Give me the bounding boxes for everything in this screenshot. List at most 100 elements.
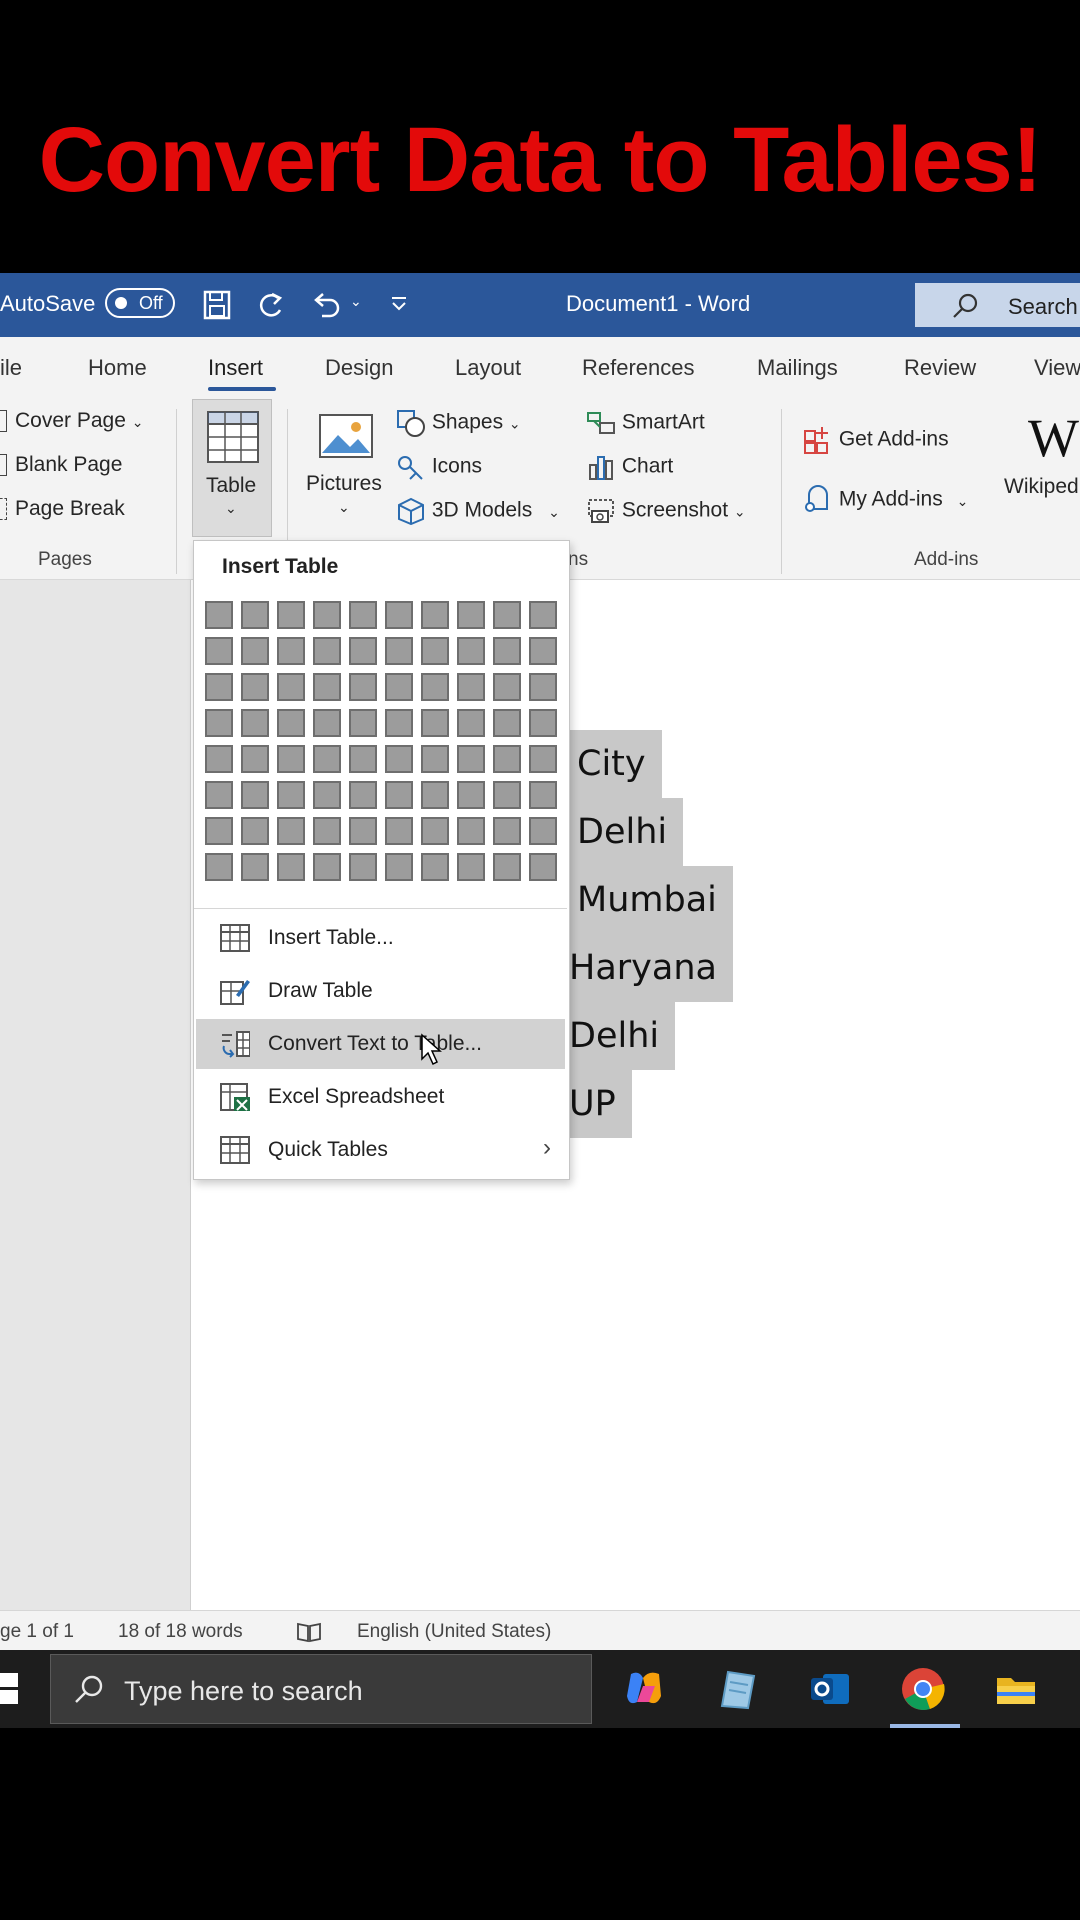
grid-cell[interactable] <box>349 709 377 737</box>
grid-cell[interactable] <box>385 709 413 737</box>
blank-page-button[interactable]: Blank Page <box>0 453 122 477</box>
notepad-icon[interactable] <box>714 1666 760 1712</box>
grid-cell[interactable] <box>241 745 269 773</box>
grid-cell[interactable] <box>493 781 521 809</box>
grid-cell[interactable] <box>349 637 377 665</box>
grid-cell[interactable] <box>205 817 233 845</box>
redo-icon[interactable] <box>256 290 288 320</box>
grid-cell[interactable] <box>457 637 485 665</box>
grid-cell[interactable] <box>313 745 341 773</box>
grid-cell[interactable] <box>421 745 449 773</box>
draw-table-item[interactable]: Draw Table <box>196 966 565 1016</box>
outlook-icon[interactable] <box>807 1666 853 1712</box>
grid-cell[interactable] <box>493 601 521 629</box>
file-explorer-icon[interactable] <box>993 1666 1039 1712</box>
convert-text-to-table-item[interactable]: Convert Text to Table... <box>196 1019 565 1069</box>
chart-button[interactable]: Chart <box>586 453 673 481</box>
word-count[interactable]: 18 of 18 words <box>118 1621 243 1643</box>
page-break-button[interactable]: Page Break <box>0 497 125 521</box>
grid-cell[interactable] <box>457 673 485 701</box>
grid-cell[interactable] <box>457 781 485 809</box>
grid-cell[interactable] <box>277 853 305 881</box>
grid-cell[interactable] <box>277 817 305 845</box>
grid-cell[interactable] <box>313 781 341 809</box>
grid-cell[interactable] <box>241 673 269 701</box>
grid-cell[interactable] <box>529 601 557 629</box>
grid-cell[interactable] <box>493 637 521 665</box>
language-status[interactable]: English (United States) <box>357 1621 551 1643</box>
excel-spreadsheet-item[interactable]: Excel Spreadsheet <box>196 1072 565 1122</box>
grid-cell[interactable] <box>493 709 521 737</box>
grid-cell[interactable] <box>529 637 557 665</box>
tab-mailings[interactable]: Mailings <box>757 355 838 381</box>
grid-cell[interactable] <box>349 817 377 845</box>
grid-cell[interactable] <box>313 673 341 701</box>
grid-cell[interactable] <box>457 817 485 845</box>
save-icon[interactable] <box>203 290 231 320</box>
tab-view[interactable]: View <box>1034 355 1080 381</box>
grid-cell[interactable] <box>385 745 413 773</box>
grid-cell[interactable] <box>241 817 269 845</box>
grid-cell[interactable] <box>205 673 233 701</box>
3d-models-button[interactable]: 3D Models ⌄ <box>396 497 560 526</box>
cover-page-button[interactable]: Cover Page ⌄ <box>0 409 143 433</box>
tab-design[interactable]: Design <box>325 355 393 381</box>
tab-layout[interactable]: Layout <box>455 355 521 381</box>
selected-text-line[interactable]: Haryana <box>561 934 733 1002</box>
tab-references[interactable]: References <box>582 355 695 381</box>
selected-text-line[interactable]: Mumbai <box>569 866 733 934</box>
grid-cell[interactable] <box>205 853 233 881</box>
grid-cell[interactable] <box>349 853 377 881</box>
grid-cell[interactable] <box>277 709 305 737</box>
grid-cell[interactable] <box>241 601 269 629</box>
grid-cell[interactable] <box>529 781 557 809</box>
get-add-ins-button[interactable]: Get Add-ins <box>803 425 949 455</box>
grid-cell[interactable] <box>493 817 521 845</box>
copilot-icon[interactable] <box>621 1666 667 1712</box>
wikipedia-button[interactable]: W Wikiped <box>1000 407 1080 527</box>
autosave-toggle[interactable]: Off <box>105 288 175 318</box>
grid-cell[interactable] <box>313 853 341 881</box>
grid-cell[interactable] <box>493 673 521 701</box>
grid-cell[interactable] <box>421 853 449 881</box>
customize-toolbar-icon[interactable] <box>390 295 408 313</box>
grid-cell[interactable] <box>349 601 377 629</box>
grid-cell[interactable] <box>529 853 557 881</box>
grid-cell[interactable] <box>241 709 269 737</box>
grid-cell[interactable] <box>205 637 233 665</box>
tab-insert[interactable]: Insert <box>208 355 263 381</box>
pictures-button[interactable]: Pictures ⌄ <box>300 409 390 539</box>
grid-cell[interactable] <box>457 601 485 629</box>
my-add-ins-button[interactable]: My Add-ins ⌄ <box>803 485 968 515</box>
grid-cell[interactable] <box>421 709 449 737</box>
grid-cell[interactable] <box>457 853 485 881</box>
tab-home[interactable]: Home <box>88 355 147 381</box>
grid-cell[interactable] <box>205 781 233 809</box>
grid-cell[interactable] <box>205 601 233 629</box>
grid-cell[interactable] <box>241 637 269 665</box>
shapes-button[interactable]: Shapes ⌄ <box>396 409 521 437</box>
undo-icon[interactable] <box>310 290 344 320</box>
grid-cell[interactable] <box>457 709 485 737</box>
grid-cell[interactable] <box>205 745 233 773</box>
chrome-icon[interactable] <box>900 1666 946 1712</box>
grid-cell[interactable] <box>421 673 449 701</box>
grid-cell[interactable] <box>385 601 413 629</box>
grid-cell[interactable] <box>457 745 485 773</box>
grid-cell[interactable] <box>313 709 341 737</box>
quick-tables-item[interactable]: Quick Tables › <box>196 1125 565 1175</box>
windows-start-icon[interactable] <box>0 1673 20 1705</box>
insert-table-item[interactable]: Insert Table... <box>196 913 565 963</box>
smartart-button[interactable]: SmartArt <box>586 409 705 437</box>
selected-text-line[interactable]: Delhi <box>569 798 684 866</box>
tab-review[interactable]: Review <box>904 355 976 381</box>
table-button[interactable]: Table ⌄ <box>192 399 272 537</box>
grid-cell[interactable] <box>529 817 557 845</box>
undo-dropdown-chevron-icon[interactable]: ⌄ <box>350 293 362 310</box>
grid-cell[interactable] <box>385 637 413 665</box>
grid-cell[interactable] <box>421 601 449 629</box>
grid-cell[interactable] <box>205 709 233 737</box>
selected-text-line[interactable]: UP <box>561 1070 632 1138</box>
proofing-book-icon[interactable] <box>296 1621 322 1643</box>
grid-cell[interactable] <box>349 781 377 809</box>
